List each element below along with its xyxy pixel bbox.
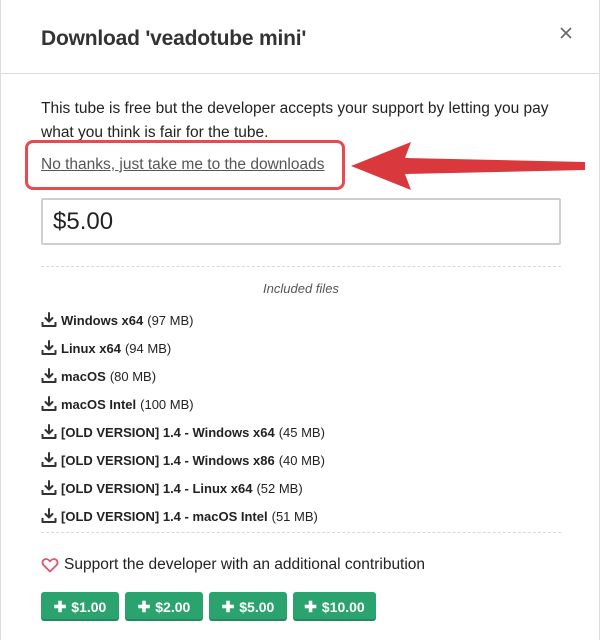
file-size: (52 MB) [256,480,303,496]
skip-to-downloads-link[interactable]: No thanks, just take me to the downloads [41,156,324,174]
add-contribution-button[interactable]: ✚ $10.00 [293,592,376,621]
file-size: (100 MB) [140,396,194,412]
download-icon [41,312,57,327]
file-item[interactable]: [OLD VERSION] 1.4 - macOS Intel (51 MB) [41,506,318,526]
download-icon [41,424,57,439]
dialog-header: Download 'veadotube mini' [1,0,600,74]
plus-icon: ✚ [221,598,235,616]
download-icon [41,452,57,467]
support-row: Support the developer with an additional… [41,556,425,574]
download-icon [41,480,57,495]
divider [41,532,561,533]
file-size: (97 MB) [147,312,194,328]
dialog-title: Download 'veadotube mini' [41,27,307,50]
support-text: Support the developer with an additional… [64,556,426,573]
add-contribution-button[interactable]: ✚ $5.00 [209,592,287,621]
download-icon [41,340,57,355]
download-icon [41,368,57,383]
file-size: (94 MB) [124,340,172,356]
price-input[interactable] [41,198,561,245]
heart-icon [41,558,59,573]
file-size: (45 MB) [278,424,325,440]
plus-icon: ✚ [137,598,151,616]
contribution-amount: $10.00 [321,598,365,615]
download-dialog: Download 'veadotube mini' This tube is f… [0,0,600,640]
file-item[interactable]: Linux x64 (94 MB) [41,338,171,358]
file-size: (40 MB) [278,452,325,468]
plus-icon: ✚ [304,598,317,616]
file-size: (51 MB) [271,508,318,524]
file-name: macOS Intel [61,396,137,412]
included-files-label: Included files [263,281,339,296]
plus-icon: ✚ [53,598,67,616]
divider [41,266,561,267]
file-name: Linux x64 [61,340,121,356]
close-icon[interactable] [557,24,575,42]
file-item[interactable]: macOS (80 MB) [41,366,156,386]
file-item[interactable]: [OLD VERSION] 1.4 - Windows x86 (40 MB) [41,450,325,470]
annotation-arrow-icon [351,142,585,190]
file-item[interactable]: [OLD VERSION] 1.4 - Linux x64 (52 MB) [41,478,303,498]
file-item[interactable]: macOS Intel (100 MB) [41,394,194,414]
contribution-amount: $1.00 [71,598,107,615]
file-size: (80 MB) [109,368,157,384]
contribution-amount: $2.00 [155,598,191,615]
add-contribution-button[interactable]: ✚ $2.00 [125,592,203,621]
download-icon [41,396,57,411]
file-item[interactable]: [OLD VERSION] 1.4 - Windows x64 (45 MB) [41,422,325,442]
file-item[interactable]: Windows x64 (97 MB) [41,310,193,330]
download-icon [41,508,57,523]
file-name: [OLD VERSION] 1.4 - macOS Intel [61,508,268,524]
add-contribution-button[interactable]: ✚ $1.00 [41,592,119,621]
file-name: [OLD VERSION] 1.4 - Windows x64 [61,424,275,440]
file-name: Windows x64 [61,312,144,328]
file-name: [OLD VERSION] 1.4 - Linux x64 [61,480,253,496]
contribution-amount: $5.00 [239,598,275,615]
file-name: [OLD VERSION] 1.4 - Windows x86 [61,452,275,468]
file-name: macOS [61,368,106,384]
